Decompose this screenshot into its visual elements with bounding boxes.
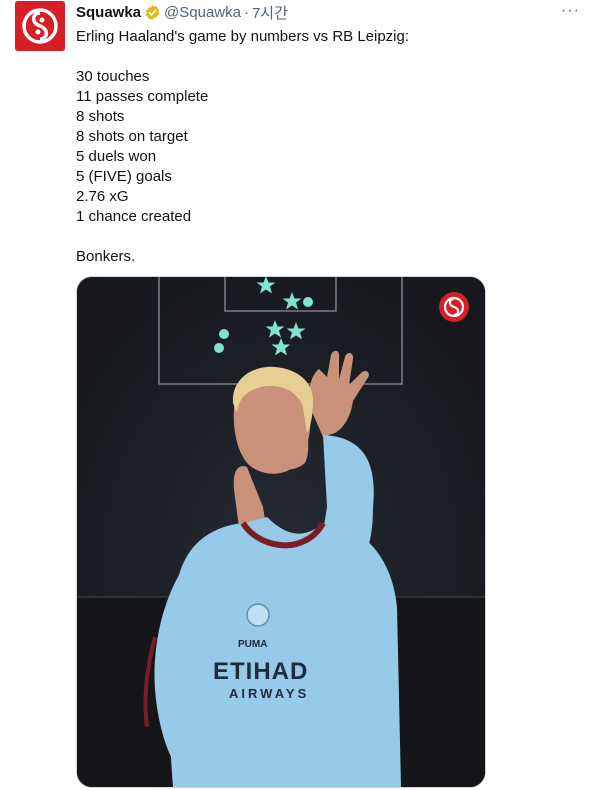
separator-dot: · xyxy=(243,3,249,21)
tweet-line: 30 touches xyxy=(76,68,150,85)
tweet-timestamp[interactable]: 7시간 xyxy=(252,2,288,23)
shot-dot-icon xyxy=(303,297,313,307)
tweet-line: 1 chance created xyxy=(76,208,192,225)
jersey-sponsor-subtext: AIRWAYS xyxy=(229,686,309,701)
squawka-watermark-icon xyxy=(439,292,469,322)
tweet-line: 5 duels won xyxy=(76,148,157,165)
tweet-text: Erling Haaland's game by numbers vs RB L… xyxy=(76,27,576,267)
author-handle[interactable]: @Squawka xyxy=(164,4,241,21)
tweet-line: 2.76 xG xyxy=(76,188,129,205)
squawka-logo-icon xyxy=(15,1,65,51)
tweet-line xyxy=(76,47,576,67)
tweet-line: 5 (FIVE) goals xyxy=(76,168,172,185)
verified-badge-icon xyxy=(144,4,161,21)
tweet-line: 11 passes complete xyxy=(76,88,209,105)
tweet-line: Erling Haaland's game by numbers vs RB L… xyxy=(76,28,410,45)
jersey-sponsor-text: ETIHAD xyxy=(213,658,308,685)
tweet-card[interactable]: Squawka @Squawka · 7시간 ··· Erling Haalan… xyxy=(0,0,598,790)
tweet-media-image[interactable]: PUMA ETIHAD AIRWAYS xyxy=(76,276,486,788)
tweet-line: Bonkers. xyxy=(76,248,136,265)
author-name[interactable]: Squawka xyxy=(76,4,141,21)
shot-dot-icon xyxy=(219,329,229,339)
avatar[interactable] xyxy=(15,1,65,51)
shot-dot-icon xyxy=(214,343,224,353)
tweet-line: 8 shots on target xyxy=(76,128,188,145)
svg-text:PUMA: PUMA xyxy=(238,639,267,650)
more-options-icon[interactable]: ··· xyxy=(561,2,580,20)
tweet-line xyxy=(76,227,576,247)
tweet-line: 8 shots xyxy=(76,108,125,125)
tweet-header: Squawka @Squawka · 7시간 xyxy=(76,2,288,22)
